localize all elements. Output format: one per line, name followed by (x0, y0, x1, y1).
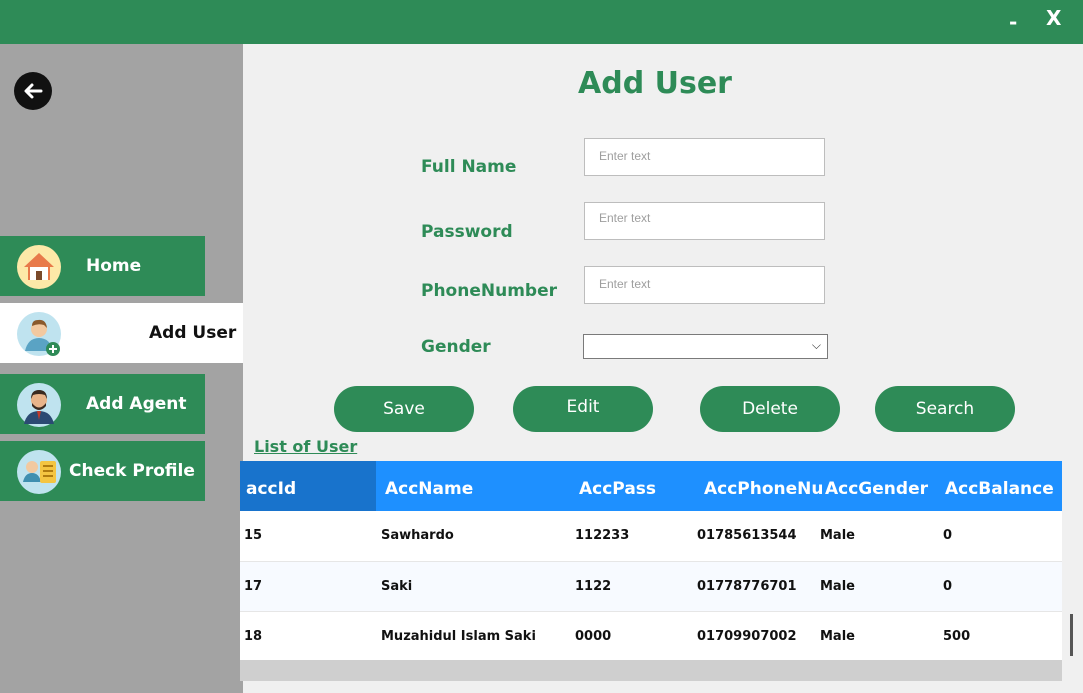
table-header: accId AccName AccPass AccPhoneNumber Acc… (240, 461, 1062, 511)
cell-accphone: 01785613544 (697, 528, 797, 543)
cell-accbalance: 0 (943, 528, 953, 543)
column-header-accbalance[interactable]: AccBalance (945, 461, 1060, 511)
agent-icon (16, 382, 62, 428)
column-header-accid[interactable]: accId (240, 461, 376, 511)
password-input[interactable]: Enter text (584, 202, 825, 240)
sidebar-item-label: Add Agent (86, 394, 187, 414)
cell-accgender: Male (820, 579, 855, 594)
edit-button[interactable]: Edit (513, 386, 653, 432)
cell-accgender: Male (820, 528, 855, 543)
cell-accpass: 0000 (575, 629, 612, 644)
title-bar: - X (0, 0, 1083, 44)
table-row[interactable]: 17 Saki 1122 01778776701 Male 0 (240, 562, 1062, 612)
cell-accname: Muzahidul Islam Saki (381, 629, 536, 644)
cell-accbalance: 500 (943, 629, 971, 644)
cell-accbalance: 0 (943, 579, 953, 594)
gender-label: Gender (421, 337, 491, 357)
column-header-accgender[interactable]: AccGender (825, 461, 933, 511)
arrow-left-icon (24, 83, 43, 99)
sidebar (0, 44, 243, 693)
column-header-accphonenumber[interactable]: AccPhoneNumber (704, 461, 822, 511)
cell-accid: 17 (244, 579, 263, 594)
cell-accphone: 01778776701 (697, 579, 797, 594)
chevron-down-icon: ⌵ (811, 338, 821, 352)
horizontal-scrollbar[interactable] (240, 660, 1062, 681)
cell-accphone: 01709907002 (697, 629, 797, 644)
phone-number-label: PhoneNumber (421, 281, 557, 301)
delete-button[interactable]: Delete (700, 386, 840, 432)
cell-accgender: Male (820, 629, 855, 644)
column-header-accname[interactable]: AccName (385, 461, 571, 511)
profile-card-icon (16, 449, 62, 495)
cell-accname: Saki (381, 579, 413, 594)
search-button[interactable]: Search (875, 386, 1015, 432)
column-header-accpass[interactable]: AccPass (579, 461, 691, 511)
close-button[interactable]: X (1046, 6, 1061, 30)
sidebar-item-add-user[interactable]: Add User (0, 303, 243, 363)
minimize-button[interactable]: - (1009, 10, 1017, 34)
user-table[interactable]: accId AccName AccPass AccPhoneNumber Acc… (240, 461, 1062, 681)
password-label: Password (421, 222, 513, 242)
full-name-input[interactable]: Enter text (584, 138, 825, 176)
house-icon (16, 244, 62, 290)
page-title: Add User (578, 66, 732, 101)
cell-accid: 15 (244, 528, 263, 543)
sidebar-item-label: Add User (149, 323, 237, 343)
save-button[interactable]: Save (334, 386, 474, 432)
list-title-link[interactable]: List of User (254, 437, 357, 456)
full-name-label: Full Name (421, 157, 517, 177)
back-button[interactable] (14, 72, 52, 110)
cell-accname: Sawhardo (381, 528, 454, 543)
cell-accid: 18 (244, 629, 263, 644)
cell-accpass: 112233 (575, 528, 630, 543)
sidebar-item-add-agent[interactable]: Add Agent (0, 374, 205, 434)
sidebar-item-label: Home (86, 256, 142, 276)
cell-accpass: 1122 (575, 579, 612, 594)
gender-select[interactable]: ⌵ (583, 334, 828, 359)
add-user-icon (16, 311, 62, 357)
table-row[interactable]: 18 Muzahidul Islam Saki 0000 01709907002… (240, 612, 1062, 662)
sidebar-item-check-profile[interactable]: Check Profile (0, 441, 205, 501)
vertical-scrollbar-thumb[interactable] (1070, 614, 1073, 656)
table-row[interactable]: 15 Sawhardo 112233 01785613544 Male 0 (240, 511, 1062, 561)
phone-number-input[interactable]: Enter text (584, 266, 825, 304)
sidebar-item-label: Check Profile (69, 461, 195, 481)
sidebar-item-home[interactable]: Home (0, 236, 205, 296)
